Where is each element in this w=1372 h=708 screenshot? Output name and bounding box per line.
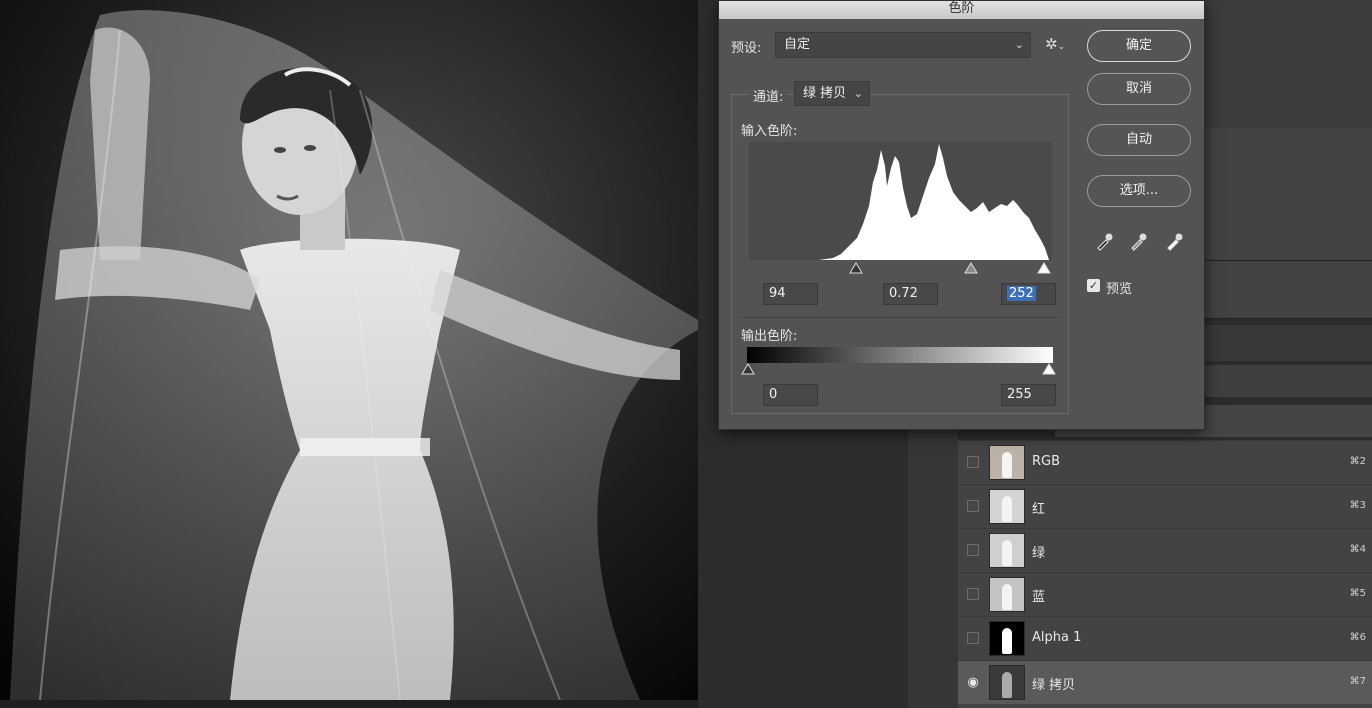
panel-divider [1205, 318, 1372, 319]
divider [741, 317, 1059, 318]
channel-shortcut: ⌘3 [1349, 500, 1366, 511]
visibility-toggle[interactable] [967, 500, 979, 512]
input-levels-label: 输入色阶: [741, 124, 798, 139]
input-gamma-field[interactable]: 0.72 [883, 283, 938, 305]
preview-label: 预览 [1106, 282, 1133, 297]
input-white-field[interactable]: 252 [1001, 283, 1056, 305]
channel-shortcut: ⌘7 [1349, 676, 1366, 687]
output-white-field[interactable]: 255 [1001, 384, 1056, 406]
channel-thumbnail [989, 665, 1025, 700]
chevron-down-icon: ⌄ [1014, 38, 1024, 51]
output-gradient-bar [747, 347, 1053, 363]
histogram [749, 142, 1052, 260]
gray-eyedropper-icon[interactable] [1129, 231, 1149, 256]
thumbnail-figure [1002, 628, 1012, 654]
options-button[interactable]: 选项... [1087, 175, 1191, 207]
panel-area-top [1205, 0, 1372, 128]
channel-name: RGB [1032, 454, 1061, 469]
channel-row[interactable]: Alpha 1 ⌘6 [958, 616, 1372, 660]
channel-name: Alpha 1 [1032, 630, 1082, 645]
preset-value: 自定 [784, 37, 811, 52]
channel-shortcut: ⌘4 [1349, 544, 1366, 555]
chevron-down-icon: ⌄ [853, 87, 863, 100]
channel-row[interactable]: 蓝 ⌘5 [958, 572, 1372, 616]
channel-thumbnail [989, 533, 1025, 568]
channel-label: 通道: [749, 86, 788, 105]
eye-icon[interactable]: ◉ [965, 675, 981, 691]
output-black-slider[interactable] [741, 363, 755, 375]
output-levels-label: 输出色阶: [741, 329, 798, 344]
channel-name: 蓝 [1032, 590, 1046, 605]
white-eyedropper-icon[interactable] [1165, 231, 1185, 256]
panel-divider [1205, 260, 1372, 261]
input-black-slider[interactable] [849, 262, 863, 274]
channel-row[interactable]: ◉ 绿 拷贝 ⌘7 [958, 660, 1372, 704]
input-black-field[interactable]: 94 [763, 283, 818, 305]
thumbnail-figure [1002, 584, 1012, 610]
panel-tab-strip [1205, 325, 1372, 361]
auto-button[interactable]: 自动 [1087, 124, 1191, 156]
channel-name: 红 [1032, 502, 1046, 517]
channel-row[interactable]: RGB ⌘2 [958, 440, 1372, 484]
gear-icon[interactable]: ✲⌄ [1045, 35, 1065, 53]
panel-area-middle [1205, 128, 1372, 318]
visibility-toggle[interactable] [967, 456, 979, 468]
preset-label: 预设: [731, 41, 762, 56]
channel-shortcut: ⌘6 [1349, 632, 1366, 643]
input-gamma-slider[interactable] [964, 262, 978, 274]
input-white-value: 252 [1007, 286, 1036, 301]
preset-select[interactable]: 自定 ⌄ [775, 32, 1031, 58]
canvas-bottom-edge [0, 700, 698, 708]
visibility-toggle[interactable] [967, 588, 979, 600]
channel-row[interactable]: 红 ⌘3 [958, 484, 1372, 528]
channel-thumbnail [989, 621, 1025, 656]
channel-shortcut: ⌘2 [1349, 456, 1366, 467]
channels-panel: RGB ⌘2 红 ⌘3 绿 ⌘4 蓝 ⌘5 Alpha 1 ⌘6 ◉ 绿 拷贝 ⌘7 [958, 440, 1372, 708]
channel-shortcut: ⌘5 [1349, 588, 1366, 599]
dialog-title[interactable]: 色阶 [719, 1, 1204, 19]
input-white-slider[interactable] [1037, 262, 1051, 274]
bride-photo [0, 0, 698, 700]
ok-button[interactable]: 确定 [1087, 30, 1191, 62]
channel-name: 绿 [1032, 546, 1046, 561]
thumbnail-figure [1002, 672, 1012, 698]
channel-value: 绿 拷贝 [803, 86, 847, 101]
preview-checkbox[interactable]: ✓ [1087, 279, 1100, 292]
visibility-toggle[interactable] [967, 544, 979, 556]
cancel-button[interactable]: 取消 [1087, 73, 1191, 105]
output-black-field[interactable]: 0 [763, 384, 818, 406]
thumbnail-figure [1002, 496, 1012, 522]
channel-thumbnail [989, 489, 1025, 524]
channel-name: 绿 拷贝 [1032, 678, 1076, 693]
output-white-slider[interactable] [1042, 363, 1056, 375]
levels-dialog: 色阶 预设: 自定 ⌄ ✲⌄ 确定 取消 自动 选项... ✓ 预览 通道: 绿… [718, 0, 1205, 430]
channel-row[interactable]: 绿 ⌘4 [958, 528, 1372, 572]
panel-gutter [908, 430, 958, 708]
thumbnail-figure [1002, 452, 1012, 478]
channel-select[interactable]: 绿 拷贝 ⌄ [794, 81, 870, 106]
channel-thumbnail [989, 445, 1025, 480]
visibility-toggle[interactable] [967, 632, 979, 644]
black-eyedropper-icon[interactable] [1095, 231, 1115, 256]
thumbnail-figure [1002, 540, 1012, 566]
channel-thumbnail [989, 577, 1025, 612]
document-canvas[interactable] [0, 0, 698, 700]
